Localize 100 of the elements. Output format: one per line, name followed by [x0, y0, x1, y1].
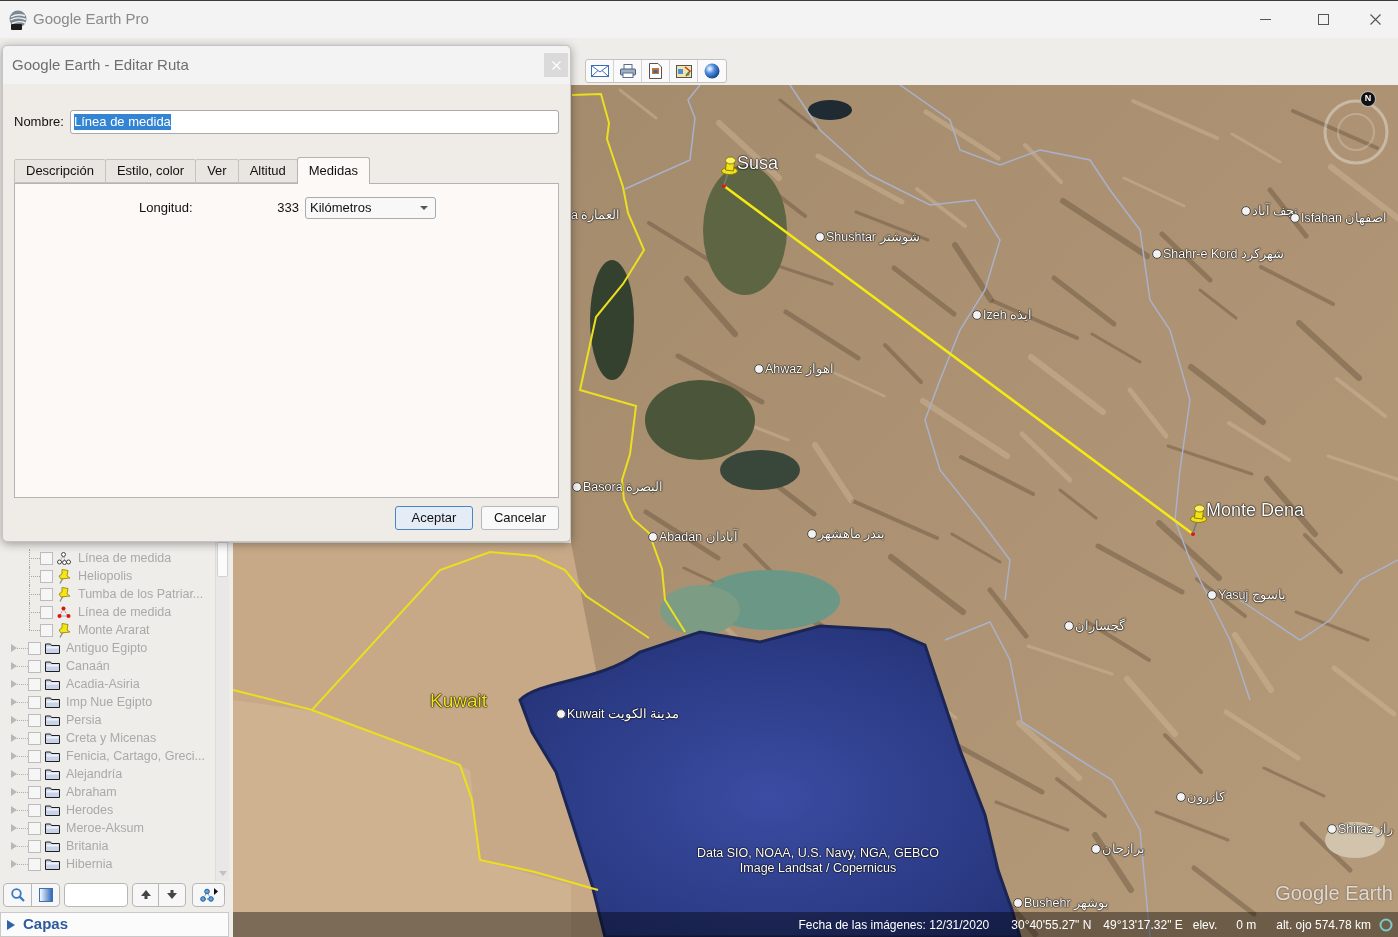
- folder-icon: [45, 822, 60, 834]
- loading-ring-icon: [1379, 917, 1393, 932]
- folder-icon: [45, 750, 60, 762]
- dialog-button[interactable]: Cancelar: [481, 506, 559, 530]
- maximize-icon: [1317, 14, 1329, 25]
- place-label[interactable]: Isfahan اصفهان: [1301, 211, 1388, 225]
- folder-icon: [45, 768, 60, 780]
- folder-icon: [45, 858, 60, 870]
- pushpin-icon[interactable]: [1189, 504, 1207, 534]
- place-dot-icon[interactable]: [972, 310, 982, 320]
- place-label[interactable]: Susa: [737, 153, 779, 174]
- place-label[interactable]: بندر ماهشهر: [818, 527, 886, 541]
- place-dot-icon[interactable]: [572, 482, 582, 492]
- add-path-button[interactable]: [192, 882, 225, 907]
- pushpin-icon: [57, 568, 71, 584]
- scrollbar[interactable]: [215, 542, 229, 881]
- place-label[interactable]: Izeh ایذه: [983, 308, 1033, 322]
- dialog-button[interactable]: Aceptar: [395, 506, 473, 530]
- place-label[interactable]: Ahwaz اهواز: [765, 362, 834, 376]
- place-dot-icon[interactable]: [1013, 898, 1023, 908]
- place-label[interactable]: Bushehr بوشهر: [1024, 896, 1110, 910]
- panel-icon: [38, 887, 53, 902]
- folder-icon: [45, 714, 60, 726]
- folder-icon: [45, 696, 60, 708]
- move-up-button[interactable]: [132, 882, 159, 907]
- down-arrow-icon: [167, 890, 177, 899]
- elevation-label: elev.: [1192, 916, 1218, 934]
- globe-icon: [704, 63, 720, 79]
- dialog-title: Google Earth - Editar Ruta: [12, 54, 189, 75]
- place-label[interactable]: Abadán آبادان: [659, 530, 738, 544]
- country-label: Kuwait: [430, 690, 488, 712]
- attribution-text: Image Landsat / Copernicus: [739, 861, 897, 876]
- unit-dropdown[interactable]: Kilómetros: [305, 197, 436, 219]
- up-arrow-icon: [140, 890, 151, 899]
- pushpin-icon: [57, 622, 71, 638]
- place-label[interactable]: برازجان: [1102, 842, 1145, 856]
- place-dot-icon[interactable]: [1327, 824, 1337, 834]
- place-label[interactable]: گچساران: [1075, 619, 1125, 633]
- expand-arrow-icon[interactable]: [7, 919, 15, 930]
- document-icon: [649, 63, 662, 79]
- pushpin-icon: [57, 586, 71, 602]
- search-input[interactable]: [64, 882, 128, 907]
- tab[interactable]: Ver: [195, 159, 239, 183]
- search-button[interactable]: [3, 882, 32, 907]
- elevation-value: 0 m: [1236, 916, 1257, 934]
- navigation-ring-icon[interactable]: [1323, 99, 1389, 165]
- folder-icon: [45, 678, 60, 690]
- folder-icon: [45, 660, 60, 672]
- window-title: Google Earth Pro: [33, 9, 149, 30]
- place-label[interactable]: Shahr-e Kord شهرکرد: [1163, 247, 1284, 261]
- map-icon: [675, 64, 692, 78]
- close-icon: [551, 60, 561, 70]
- place-label[interactable]: نجف آباد: [1252, 204, 1299, 218]
- place-dot-icon[interactable]: [754, 364, 764, 374]
- place-label[interactable]: Kuwait مدينة الكويت: [567, 707, 680, 721]
- tab[interactable]: Medidas: [296, 157, 370, 184]
- latitude: 30°40'55.27" N: [1011, 916, 1092, 934]
- folder-icon: [45, 642, 60, 654]
- scroll-down-arrow-icon[interactable]: [219, 871, 227, 876]
- scrollbar-thumb[interactable]: [217, 542, 228, 577]
- envelope-icon: [590, 65, 609, 77]
- tab[interactable]: Estilo, color: [104, 159, 197, 183]
- folder-icon: [45, 786, 60, 798]
- place-dot-icon[interactable]: [807, 529, 817, 539]
- place-label[interactable]: Yasuj یاسوج: [1218, 588, 1286, 602]
- place-dot-icon[interactable]: [1064, 621, 1074, 631]
- place-dot-icon[interactable]: [1207, 590, 1217, 600]
- place-dot-icon[interactable]: [556, 709, 566, 719]
- close-button[interactable]: [544, 53, 568, 77]
- place-dot-icon[interactable]: [648, 532, 658, 542]
- sidebar-toggle-button[interactable]: [31, 882, 60, 907]
- place-dot-icon[interactable]: [815, 232, 825, 242]
- folder-icon: [45, 804, 60, 816]
- place-label[interactable]: Shushtar شوشتر: [826, 230, 920, 244]
- minimize-icon: [1259, 19, 1271, 20]
- place-label[interactable]: کازرون: [1187, 790, 1225, 804]
- printer-icon: [619, 64, 636, 78]
- tab[interactable]: Altitud: [237, 159, 298, 183]
- caret-icon: [420, 206, 428, 210]
- place-dot-icon[interactable]: [1241, 206, 1251, 216]
- name-field[interactable]: Línea de medida: [70, 110, 559, 134]
- pushpin-icon[interactable]: [720, 156, 738, 186]
- search-icon: [10, 887, 25, 902]
- close-icon: [1369, 14, 1381, 25]
- field-label: Longitud:: [139, 199, 194, 218]
- eye-altitude: alt. ojo 574.78 km: [1276, 916, 1371, 934]
- place-dot-icon[interactable]: [1152, 249, 1162, 259]
- path-nodes-icon: [199, 887, 218, 902]
- path-nodes-icon: [57, 605, 71, 619]
- place-label[interactable]: a العمارة: [571, 208, 621, 222]
- move-down-button[interactable]: [158, 882, 186, 907]
- imagery-date: Fecha de las imágenes: 12/31/2020: [798, 916, 990, 934]
- place-label[interactable]: Shiraz راز: [1338, 822, 1393, 836]
- panel-title[interactable]: Capas: [23, 913, 69, 936]
- place-label[interactable]: Monte Dena: [1206, 500, 1305, 521]
- longitude: 49°13'17.32" E: [1103, 916, 1183, 934]
- google-earth-logo: Google Earth: [1275, 882, 1393, 905]
- tab[interactable]: Descripción: [14, 159, 106, 183]
- place-dot-icon[interactable]: [1176, 792, 1186, 802]
- place-dot-icon[interactable]: [1091, 844, 1101, 854]
